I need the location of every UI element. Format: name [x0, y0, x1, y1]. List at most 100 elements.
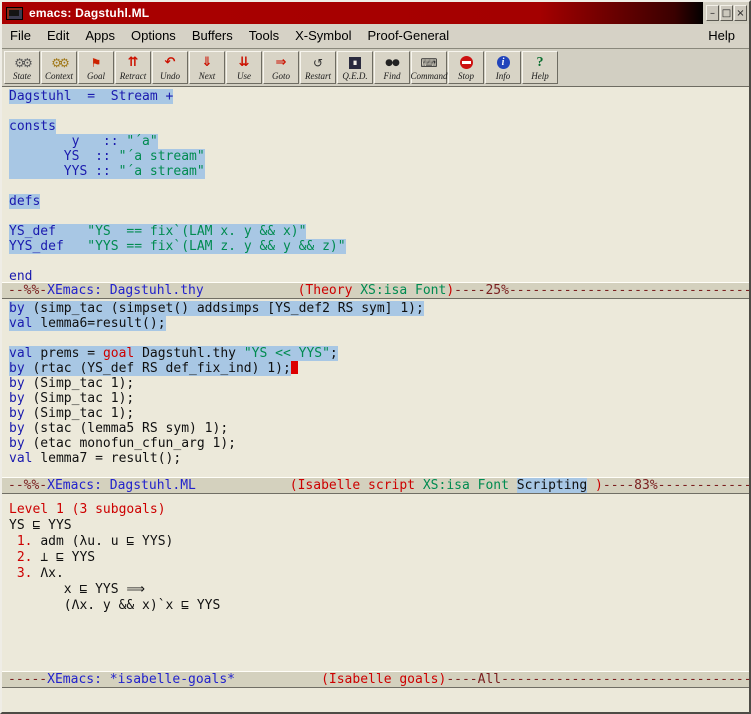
window-minimize-button[interactable]: – [706, 5, 719, 21]
buffer-line: Dagstuhl = Stream + [2, 89, 749, 104]
toolbar-button-label: Next [199, 71, 216, 81]
restart-icon: ↺ [313, 54, 323, 71]
goal-icon: ⚑ [91, 54, 102, 71]
toolbar-find-button[interactable]: ●●Find [374, 51, 410, 84]
modeline-dagstuhl-thy[interactable]: --%%-XEmacs: Dagstuhl.thy (Theory XS:isa… [2, 282, 749, 299]
toolbar-use-button[interactable]: ⇊Use [226, 51, 262, 84]
use-icon: ⇊ [239, 54, 250, 71]
buffer-line: by (etac monofun_cfun_arg 1); [2, 436, 749, 451]
toolbar-restart-button[interactable]: ↺Restart [300, 51, 336, 84]
command-icon: ⌨ [420, 54, 437, 71]
buffer-line: end [2, 269, 749, 282]
menu-file[interactable]: File [2, 24, 39, 48]
toolbar-retract-button[interactable]: ⇈Retract [115, 51, 151, 84]
buffer-dagstuhl-ml[interactable]: by (simp_tac (simpset() addsimps [YS_def… [2, 299, 749, 477]
toolbar-button-label: Use [237, 71, 251, 81]
undo-icon: ↶ [165, 54, 176, 71]
buffer-dagstuhl-thy[interactable]: Dagstuhl = Stream + consts y :: "´a" YS … [2, 87, 749, 282]
buffer-line [2, 179, 749, 194]
help-icon: ? [537, 54, 544, 71]
toolbar-context-button[interactable]: ⚙⚙Context [41, 51, 77, 84]
toolbar-button-label: Restart [305, 71, 331, 81]
buffer-line: by (stac (lemma5 RS sym) 1); [2, 421, 749, 436]
toolbar-state-button[interactable]: ⚙⚙State [4, 51, 40, 84]
menu-options[interactable]: Options [123, 24, 184, 48]
menu-tools[interactable]: Tools [241, 24, 287, 48]
buffer-line: val prems = goal Dagstuhl.thy "YS << YYS… [2, 346, 749, 361]
toolbar-button-label: Find [384, 71, 401, 81]
qed-icon: ∎ [349, 54, 361, 71]
retract-icon: ⇈ [128, 54, 139, 71]
buffer-line: y :: "´a" [2, 134, 749, 149]
stop-icon [460, 54, 473, 71]
toolbar-info-button[interactable]: iInfo [485, 51, 521, 84]
buffer-line [2, 254, 749, 269]
window-close-button[interactable]: × [734, 5, 747, 21]
toolbar-stop-button[interactable]: Stop [448, 51, 484, 84]
buffer-line: val lemma6=result(); [2, 316, 749, 331]
menu-apps[interactable]: Apps [77, 24, 123, 48]
window-maximize-button[interactable]: □ [720, 5, 733, 21]
buffer-line: YS :: "´a stream" [2, 149, 749, 164]
buffer-line [2, 104, 749, 119]
toolbar-help-button[interactable]: ?Help [522, 51, 558, 84]
menu-x-symbol[interactable]: X-Symbol [287, 24, 359, 48]
buffer-line: x ⊑ YYS ⟹ [2, 582, 749, 598]
next-icon: ⇓ [202, 54, 213, 71]
titlebar[interactable]: emacs: Dagstuhl.ML –□× [2, 2, 749, 24]
window-title: emacs: Dagstuhl.ML [29, 6, 149, 20]
buffer-line: val lemma7 = result(); [2, 451, 749, 466]
buffer-line: defs [2, 194, 749, 209]
modeline-isabelle-goals[interactable]: -----XEmacs: *isabelle-goals* (Isabelle … [2, 671, 749, 688]
menu-buffers[interactable]: Buffers [184, 24, 241, 48]
menu-help[interactable]: Help [700, 24, 743, 48]
xemacs-window: emacs: Dagstuhl.ML –□× FileEditAppsOptio… [0, 0, 751, 714]
toolbar-button-label: Goto [272, 71, 290, 81]
buffer-line: YS ⊑ YYS [2, 518, 749, 534]
buffer-line: by (simp_tac (simpset() addsimps [YS_def… [2, 301, 749, 316]
toolbar-next-button[interactable]: ⇓Next [189, 51, 225, 84]
menu-edit[interactable]: Edit [39, 24, 77, 48]
buffer-line: 3. Λx. [2, 566, 749, 582]
toolbar-button-label: Command [411, 71, 448, 81]
toolbar-goal-button[interactable]: ⚑Goal [78, 51, 114, 84]
toolbar-button-label: Stop [458, 71, 474, 81]
buffer-isabelle-goals[interactable]: Level 1 (3 subgoals)YS ⊑ YYS 1. adm (λu.… [2, 494, 749, 671]
toolbar-undo-button[interactable]: ↶Undo [152, 51, 188, 84]
minibuffer[interactable] [2, 688, 749, 712]
buffer-line: YYS_def "YYS == fix`(LAM z. y && y && z)… [2, 239, 749, 254]
buffer-line: by (Simp_tac 1); [2, 376, 749, 391]
toolbar-button-label: Context [45, 71, 73, 81]
buffer-line: YS_def "YS == fix`(LAM x. y && x)" [2, 224, 749, 239]
info-icon: i [497, 54, 510, 71]
app-icon [6, 7, 23, 20]
toolbar-goto-button[interactable]: ⇒Goto [263, 51, 299, 84]
toolbar-button-label: Info [496, 71, 511, 81]
toolbar-button-label: Help [531, 71, 549, 81]
buffer-line: consts [2, 119, 749, 134]
buffer-line: 1. adm (λu. u ⊑ YYS) [2, 534, 749, 550]
buffer-line: (Λx. y && x)`x ⊑ YYS [2, 598, 749, 614]
toolbar-command-button[interactable]: ⌨Command [411, 51, 447, 84]
toolbar-q-e-d-button[interactable]: ∎Q.E.D. [337, 51, 373, 84]
buffer-line: by (rtac (YS_def RS def_fix_ind) 1); [2, 361, 749, 376]
window-controls: –□× [703, 2, 749, 24]
buffer-line: by (Simp_tac 1); [2, 406, 749, 421]
menu-proof-general[interactable]: Proof-General [359, 24, 457, 48]
toolbar-button-label: Retract [120, 71, 147, 81]
toolbar-button-label: State [13, 71, 31, 81]
buffer-line: 2. ⊥ ⊑ YYS [2, 550, 749, 566]
buffer-line [2, 209, 749, 224]
menubar: FileEditAppsOptionsBuffersToolsX-SymbolP… [2, 24, 749, 49]
toolbar-button-label: Goal [87, 71, 105, 81]
buffer-line [2, 331, 749, 346]
buffer-line: YYS :: "´a stream" [2, 164, 749, 179]
context-icon: ⚙⚙ [51, 54, 67, 71]
modeline-dagstuhl-ml[interactable]: --%%-XEmacs: Dagstuhl.ML (Isabelle scrip… [2, 477, 749, 494]
toolbar-button-label: Q.E.D. [342, 71, 367, 81]
goto-icon: ⇒ [276, 54, 287, 71]
find-icon: ●● [385, 54, 399, 71]
state-icon: ⚙⚙ [14, 54, 30, 71]
buffer-line: by (Simp_tac 1); [2, 391, 749, 406]
buffer-line: Level 1 (3 subgoals) [2, 502, 749, 518]
